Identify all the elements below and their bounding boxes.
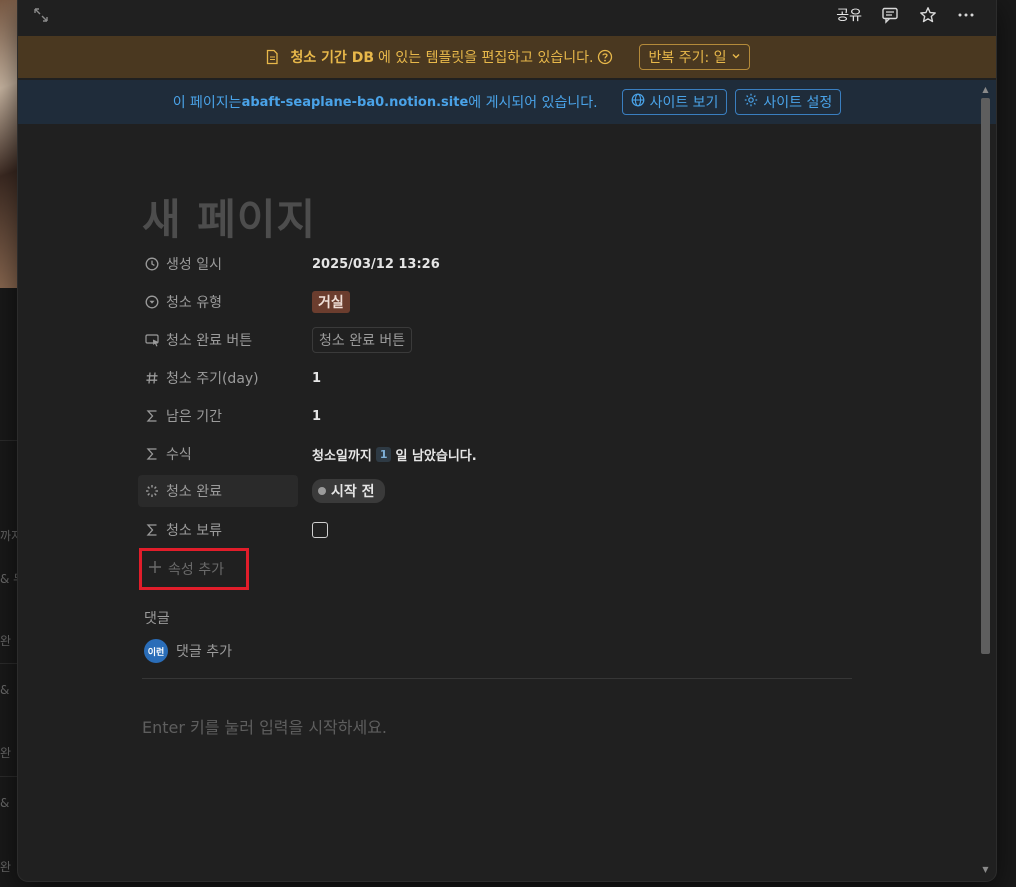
comment-icon[interactable] <box>880 5 900 25</box>
publish-prefix: 이 페이지는 <box>172 95 242 111</box>
property-name[interactable]: 청소 유형 <box>138 286 298 318</box>
editor-placeholder[interactable]: Enter 키를 눌러 입력을 시작하세요. <box>142 714 387 738</box>
template-edit-banner: 청소 기간 DB 에 있는 템플릿을 편집하고 있습니다. 반복 주기: 일 <box>18 36 996 78</box>
scrollbar-thumb[interactable] <box>981 98 990 654</box>
property-name[interactable]: 청소 보류 <box>138 514 298 546</box>
background-text: 완 <box>0 860 12 874</box>
background-text: & 두 <box>0 572 18 586</box>
avatar: 이런 <box>144 639 168 663</box>
status-dot <box>318 487 326 495</box>
complete-cleaning-button[interactable]: 청소 완료 버튼 <box>312 327 413 353</box>
property-row-complete-button: 청소 완료 버튼 청소 완료 버튼 <box>138 324 838 356</box>
select-tag: 거실 <box>312 291 350 313</box>
property-name[interactable]: 수식 <box>138 438 298 470</box>
page-modal: 공유 청소 기간 DB 에 있는 템플릿을 편집하고 있습니다. 반복 주기: … <box>18 0 996 881</box>
site-settings-label: 사이트 설정 <box>763 95 833 111</box>
property-row-created-time: 생성 일시 2025/03/12 13:26 <box>138 248 838 280</box>
add-comment-input[interactable]: 댓글 추가 <box>176 641 232 661</box>
expand-icon[interactable] <box>32 6 52 26</box>
modal-topbar: 공유 <box>18 0 996 34</box>
property-value: 2025/03/12 13:26 <box>312 256 440 272</box>
comments-heading: 댓글 <box>144 611 170 627</box>
property-value[interactable]: 거실 <box>312 291 350 313</box>
formula-icon <box>144 408 160 424</box>
more-icon[interactable] <box>956 5 976 25</box>
publish-banner: 이 페이지는 abaft-seaplane-ba0.notion.site 에 … <box>18 80 996 124</box>
background-text: 까지 <box>0 529 18 543</box>
property-value[interactable]: 시작 전 <box>312 479 385 503</box>
repeat-cycle-dropdown[interactable]: 반복 주기: 일 <box>639 44 750 70</box>
globe-icon <box>631 93 645 111</box>
formula-icon <box>144 446 160 462</box>
status-icon <box>144 483 160 499</box>
share-button[interactable]: 공유 <box>836 5 862 25</box>
repeat-cycle-label: 반복 주기: 일 <box>648 50 727 66</box>
formula-icon <box>144 522 160 538</box>
property-row-hold: 청소 보류 <box>138 514 838 546</box>
divider <box>142 678 852 679</box>
scroll-up-arrow[interactable]: ▲ <box>981 86 990 94</box>
status-badge: 시작 전 <box>312 479 385 503</box>
inline-number: 1 <box>375 446 392 462</box>
add-property-button[interactable]: 속성 추가 <box>139 548 249 590</box>
site-settings-button[interactable]: 사이트 설정 <box>735 89 842 115</box>
property-row-remaining: 남은 기간 1 <box>138 400 838 432</box>
property-name[interactable]: 청소 완료 <box>138 475 298 507</box>
background-divider <box>0 440 18 441</box>
publish-suffix: 에 게시되어 있습니다. <box>468 95 598 111</box>
property-value[interactable]: 1 <box>312 371 321 386</box>
property-row-cleaning-type: 청소 유형 거실 <box>138 286 838 318</box>
background-text: 완 <box>0 746 12 760</box>
background-image <box>0 0 18 288</box>
scroll-down-arrow[interactable]: ▼ <box>981 866 990 874</box>
background-divider <box>0 663 18 664</box>
hold-checkbox[interactable] <box>312 522 328 538</box>
property-name[interactable]: 남은 기간 <box>138 400 298 432</box>
template-db-link[interactable]: 청소 기간 DB <box>290 47 374 67</box>
property-value: 청소 완료 버튼 <box>312 327 413 353</box>
document-icon <box>264 49 280 65</box>
property-name[interactable]: 청소 완료 버튼 <box>138 324 298 356</box>
plus-icon <box>148 560 162 578</box>
property-value <box>312 522 328 538</box>
published-url-link[interactable]: abaft-seaplane-ba0.notion.site <box>242 95 469 110</box>
background-text: 완 <box>0 634 12 648</box>
background-text: & <box>0 796 10 810</box>
property-value: 청소일까지 1 일 남았습니다. <box>312 446 477 464</box>
clock-icon <box>144 256 160 272</box>
gear-icon <box>744 93 758 111</box>
property-row-cleaning-done: 청소 완료 시작 전 <box>138 475 838 507</box>
help-icon[interactable] <box>597 49 613 65</box>
template-banner-message: 에 있는 템플릿을 편집하고 있습니다. <box>378 50 594 66</box>
view-site-button[interactable]: 사이트 보기 <box>621 89 728 115</box>
add-comment-row[interactable]: 이런 댓글 추가 <box>144 639 232 663</box>
star-icon[interactable] <box>918 5 938 25</box>
number-icon <box>144 370 160 386</box>
select-icon <box>144 294 160 310</box>
button-icon <box>144 332 160 348</box>
view-site-label: 사이트 보기 <box>649 95 719 111</box>
page-title[interactable]: 새 페이지 <box>142 186 316 247</box>
add-property-label: 속성 추가 <box>168 562 224 578</box>
background-text: & <box>0 683 10 697</box>
chevron-down-icon <box>731 49 741 65</box>
property-row-cycle: 청소 주기(day) 1 <box>138 362 838 394</box>
property-name[interactable]: 청소 주기(day) <box>138 362 298 394</box>
property-row-formula: 수식 청소일까지 1 일 남았습니다. <box>138 438 838 470</box>
background-divider <box>0 776 18 777</box>
property-value: 1 <box>312 408 322 424</box>
property-name[interactable]: 생성 일시 <box>138 248 298 280</box>
